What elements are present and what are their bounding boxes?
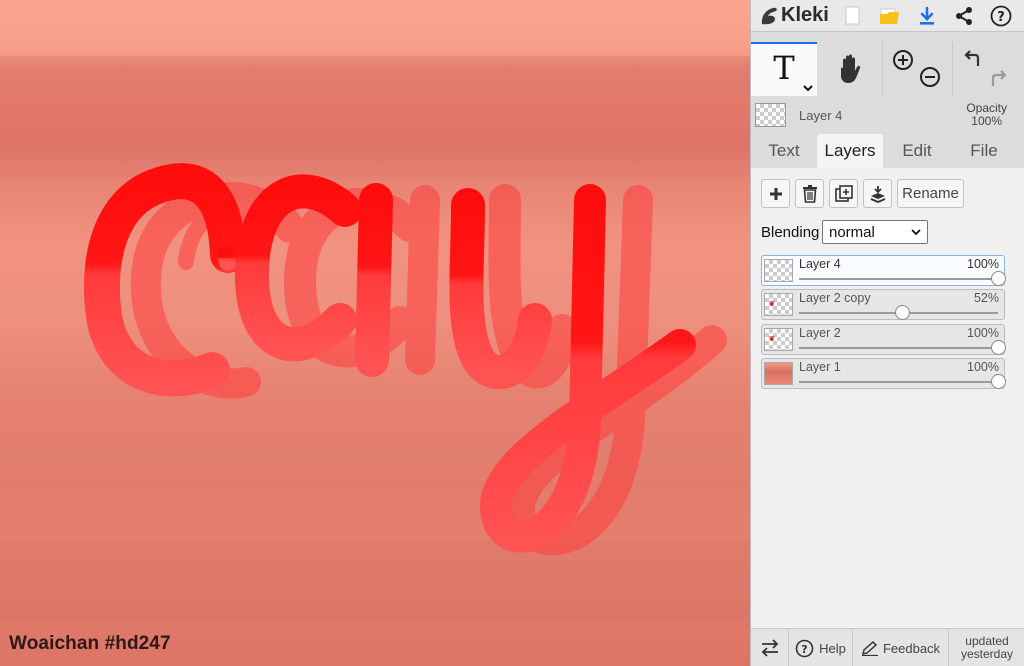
canvas-lettering <box>83 163 727 556</box>
swap-side-button[interactable] <box>751 629 789 666</box>
blending-label: Blending <box>761 224 820 241</box>
right-panel: Kleki ? T Layer 4 Opacity 100% Text Laye… <box>750 0 1024 666</box>
blending-mode-value: normal <box>829 223 875 241</box>
layer-thumbnail: ❦ <box>764 293 793 316</box>
layer-opacity-slider-knob[interactable] <box>894 305 910 320</box>
text-tool-icon: T <box>773 49 795 87</box>
zoom-out-icon[interactable] <box>919 66 941 88</box>
kleki-logo[interactable]: Kleki <box>751 0 835 32</box>
layer-name: Layer 4 <box>799 257 841 271</box>
download-icon <box>920 6 935 25</box>
share-icon <box>956 6 973 25</box>
app-name: Kleki <box>781 4 829 26</box>
layer-opacity-slider-knob[interactable] <box>991 340 1006 355</box>
help-label: Help <box>819 640 846 656</box>
delete-layer-icon <box>802 184 817 203</box>
redo-icon[interactable] <box>989 68 1011 88</box>
current-layer-info: Layer 4 Opacity 100% <box>751 99 1024 133</box>
updated-info[interactable]: updated yesterday <box>949 629 1024 666</box>
layer-opacity-track[interactable] <box>799 278 998 280</box>
current-layer-opacity: Opacity 100% <box>966 102 1007 128</box>
svg-text:?: ? <box>801 643 807 656</box>
current-layer-thumbnail <box>755 103 786 127</box>
tab-layers[interactable]: Layers <box>817 134 883 168</box>
updated-line-2: yesterday <box>960 647 1014 661</box>
feedback-link[interactable]: Feedback <box>853 629 949 666</box>
merge-down-button[interactable] <box>863 179 892 208</box>
add-layer-icon <box>769 187 782 200</box>
layer-opacity-percent: 100% <box>967 326 999 340</box>
kleki-logo-icon <box>761 7 777 24</box>
layer-thumbnail <box>764 362 793 385</box>
help-icon: ? <box>990 5 1012 26</box>
layer-name: Layer 2 <box>799 326 841 340</box>
panel-tabs: Text Layers Edit File <box>751 134 1024 168</box>
layer-name: Layer 2 copy <box>799 291 871 305</box>
layer-row-layer-4[interactable]: Layer 4 100% <box>761 255 1006 286</box>
layer-opacity-percent: 100% <box>967 360 999 374</box>
swap-arrows-icon <box>761 639 778 657</box>
opacity-value: 100% <box>971 114 1002 128</box>
layer-row-layer-2[interactable]: ❦ Layer 2 100% <box>761 324 1006 355</box>
text-tool-button[interactable]: T <box>751 42 817 96</box>
new-image-button[interactable] <box>835 0 872 32</box>
zoom-in-icon[interactable] <box>892 49 914 71</box>
chevron-down-icon <box>911 229 921 236</box>
tab-file[interactable]: File <box>951 134 1017 168</box>
top-bar: Kleki ? <box>751 0 1024 32</box>
duplicate-layer-icon <box>834 184 853 202</box>
chevron-down-icon[interactable] <box>803 84 813 92</box>
canvas-signature-text: Woaichan #hd247 <box>9 633 171 654</box>
lettering-thumbnail-icon: ❦ <box>769 336 775 343</box>
undo-icon[interactable] <box>961 50 983 70</box>
share-button[interactable] <box>946 0 983 32</box>
layer-opacity-track[interactable] <box>799 381 998 383</box>
layer-opacity-percent: 52% <box>973 291 999 305</box>
delete-layer-button[interactable] <box>795 179 824 208</box>
merge-down-icon <box>870 185 885 203</box>
open-folder-icon <box>880 8 900 24</box>
layer-opacity-track[interactable] <box>799 347 998 349</box>
layer-thumbnail: ❦ <box>764 328 793 351</box>
current-layer-name: Layer 4 <box>799 108 843 123</box>
layer-row-layer-2-copy[interactable]: ❦ Layer 2 copy 52% <box>761 289 1005 320</box>
pencil-icon <box>861 640 878 656</box>
download-button[interactable] <box>909 0 946 32</box>
layer-opacity-slider-knob[interactable] <box>991 374 1006 389</box>
duplicate-layer-button[interactable] <box>829 179 858 208</box>
layer-thumbnail <box>764 259 793 282</box>
blending-mode-select[interactable]: normal <box>822 220 928 244</box>
undo-redo-controls <box>953 42 1023 96</box>
layer-row-layer-1[interactable]: Layer 1 100% <box>761 358 1006 389</box>
layer-opacity-slider-knob[interactable] <box>991 271 1006 286</box>
help-button[interactable]: ? <box>983 0 1020 32</box>
svg-text:?: ? <box>998 10 1006 25</box>
layer-opacity-percent: 100% <box>967 257 999 271</box>
help-link[interactable]: ? Help <box>789 629 853 666</box>
lettering-thumbnail-icon: ❦ <box>769 301 775 308</box>
hand-tool-button[interactable] <box>817 42 883 96</box>
add-layer-button[interactable] <box>761 179 790 208</box>
tab-edit[interactable]: Edit <box>883 134 951 168</box>
help-icon: ? <box>795 639 814 657</box>
zoom-controls <box>883 42 953 96</box>
new-image-icon <box>845 6 860 24</box>
layer-name: Layer 1 <box>799 360 841 374</box>
feedback-label: Feedback <box>882 640 941 656</box>
tool-row: T <box>751 42 1024 96</box>
bottom-bar: ? Help Feedback updated yesterday <box>751 628 1024 666</box>
layers-pane: Rename Blending normal Layer 4 100% ❦ La… <box>751 168 1024 628</box>
rename-layer-button[interactable]: Rename <box>897 179 964 208</box>
open-file-button[interactable] <box>872 0 909 32</box>
layer-actions: Rename <box>761 179 964 208</box>
tab-text[interactable]: Text <box>751 134 817 168</box>
hand-tool-icon <box>840 54 860 83</box>
drawing-canvas[interactable]: Woaichan #hd247 <box>0 0 750 666</box>
